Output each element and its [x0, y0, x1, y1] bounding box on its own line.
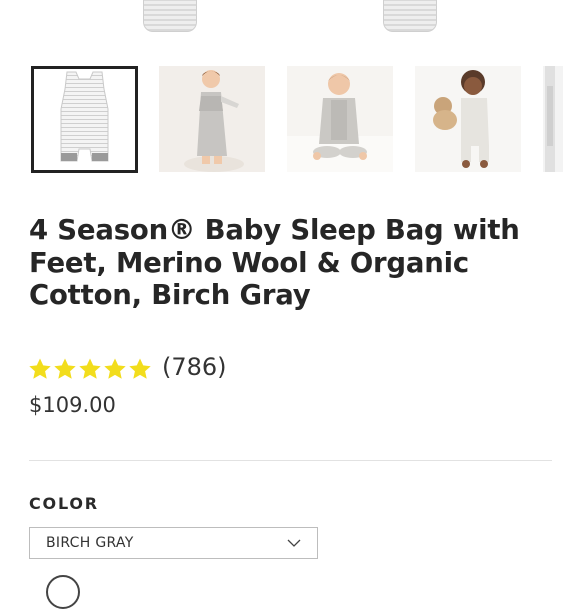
- star-icon: [79, 358, 101, 379]
- divider: [29, 460, 552, 461]
- star-icon: [129, 358, 151, 379]
- thumbnail-toddler-standing[interactable]: [159, 66, 265, 172]
- thumbnail-baby-lying-bear[interactable]: [415, 66, 521, 172]
- thumbnail-partial[interactable]: [543, 66, 563, 172]
- star-icon: [29, 358, 51, 379]
- rating-stars[interactable]: [28, 357, 152, 383]
- color-label: COLOR: [29, 494, 99, 513]
- star-icon: [104, 358, 126, 379]
- color-select-value: BIRCH GRAY: [46, 535, 134, 551]
- review-count[interactable]: (786): [162, 353, 227, 381]
- chevron-down-icon: [287, 539, 301, 547]
- product-title: 4 Season® Baby Sleep Bag with Feet, Meri…: [29, 214, 520, 311]
- product-price: $109.00: [29, 393, 116, 417]
- color-swatch[interactable]: [46, 575, 80, 609]
- thumbnail-baby-sitting[interactable]: [287, 66, 393, 172]
- search-icon[interactable]: [500, 0, 530, 8]
- main-image-right[interactable]: [383, 0, 437, 32]
- main-image-left[interactable]: [143, 0, 197, 32]
- thumbnail-sleep-bag[interactable]: [31, 66, 138, 173]
- color-select[interactable]: BIRCH GRAY: [29, 527, 318, 559]
- star-icon: [54, 358, 76, 379]
